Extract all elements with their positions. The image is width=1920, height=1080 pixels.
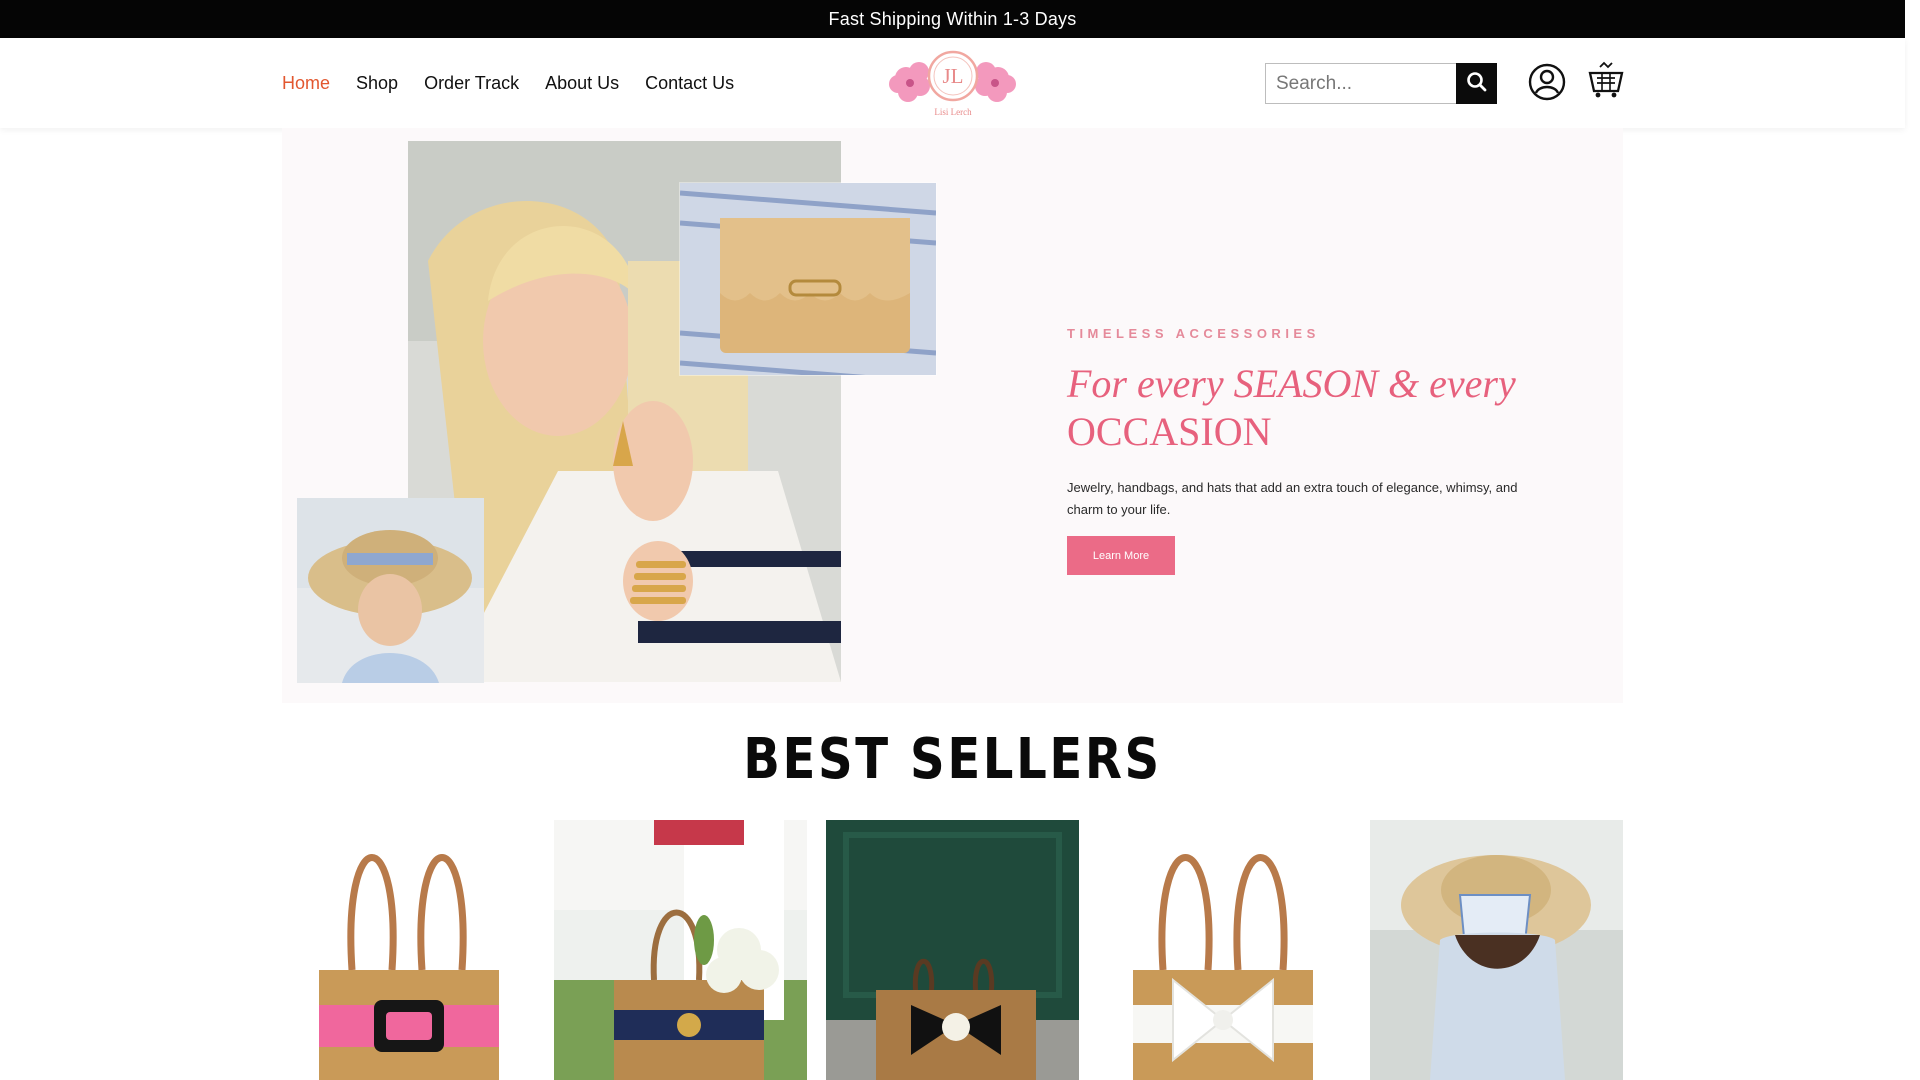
search-bar <box>1265 63 1497 104</box>
account-button[interactable] <box>1528 63 1566 101</box>
site-header: Home Shop Order Track About Us Contact U… <box>0 38 1905 128</box>
hero-title: For every SEASON & every OCCASION <box>1067 360 1537 456</box>
search-icon <box>1466 71 1488 96</box>
hero-photo-straw-clutch <box>680 183 936 375</box>
announcement-text: Fast Shipping Within 1-3 Days <box>828 8 1077 29</box>
search-input[interactable] <box>1265 63 1456 104</box>
cart-icon <box>1588 61 1624 103</box>
product-card-white-bow-tote[interactable] <box>1098 820 1351 1080</box>
announcement-bar: Fast Shipping Within 1-3 Days <box>0 0 1905 38</box>
logo-monogram: JL <box>943 64 964 88</box>
product-card-sun-hat[interactable] <box>1370 820 1623 1080</box>
search-button[interactable] <box>1456 63 1497 104</box>
hero-description: Jewelry, handbags, and hats that add an … <box>1067 480 1518 517</box>
logo-name: Lisi Lerch <box>934 107 972 117</box>
learn-more-button[interactable]: Learn More <box>1067 536 1175 575</box>
hero-title-line1: For every SEASON & every <box>1067 361 1516 406</box>
nav-contact-us[interactable]: Contact Us <box>645 73 734 94</box>
nav-order-track[interactable]: Order Track <box>424 73 519 94</box>
nav-shop[interactable]: Shop <box>356 73 398 94</box>
hero-banner[interactable]: TIMELESS ACCESSORIES For every SEASON & … <box>282 128 1623 703</box>
best-sellers-grid <box>282 820 1623 1080</box>
nav-about-us[interactable]: About Us <box>545 73 619 94</box>
main-nav: Home Shop Order Track About Us Contact U… <box>282 38 734 128</box>
hero-kicker: TIMELESS ACCESSORIES <box>1067 326 1320 341</box>
nav-home[interactable]: Home <box>282 73 330 94</box>
user-icon <box>1528 63 1566 105</box>
product-card-black-bow-tote[interactable] <box>826 820 1079 1080</box>
hero-photo-sun-hat <box>297 498 484 683</box>
product-card-navy-band-tote[interactable] <box>554 820 807 1080</box>
site-logo[interactable]: JL Lisi Lerch <box>886 48 1020 120</box>
best-sellers-title: BEST SELLERS <box>743 727 1162 792</box>
cart-button[interactable] <box>1588 61 1624 99</box>
hero-title-line2: OCCASION <box>1067 409 1272 454</box>
page: Fast Shipping Within 1-3 Days Home Shop … <box>0 0 1920 1080</box>
product-card-pink-band-tote[interactable] <box>282 820 535 1080</box>
